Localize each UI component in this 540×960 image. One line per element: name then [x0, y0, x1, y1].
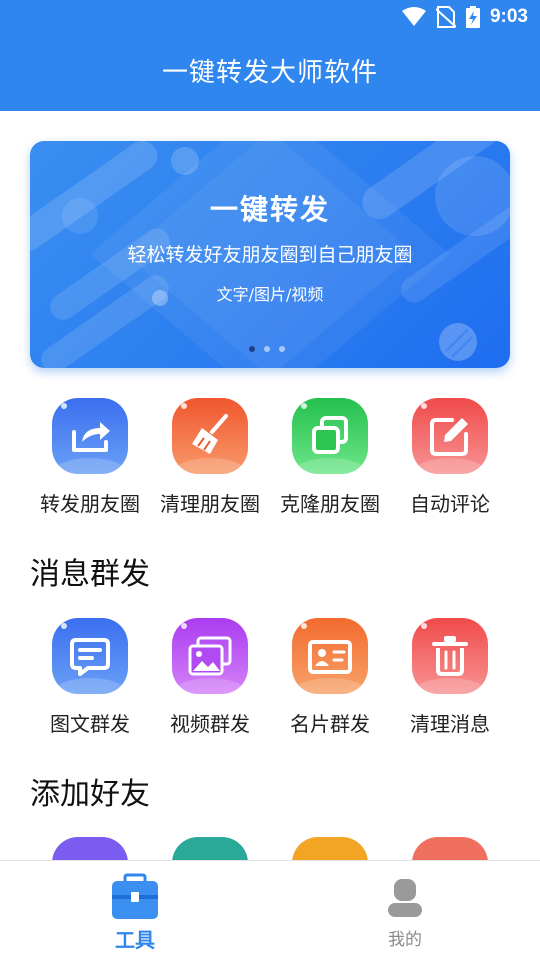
app-title: 一键转发大师软件	[161, 58, 378, 88]
battery-charging-icon	[465, 6, 480, 28]
tab-mine[interactable]: 我的	[270, 861, 540, 960]
broom-icon	[172, 398, 248, 474]
gallery-icon	[172, 618, 248, 694]
auto-comment-button[interactable]: 自动评论	[385, 398, 515, 528]
tab-tools[interactable]: 工具	[0, 861, 270, 960]
banner-dot	[264, 346, 270, 352]
tab-label: 工具	[115, 928, 155, 952]
banner-dot	[279, 346, 285, 352]
friends-tool-icon	[292, 837, 368, 860]
bottom-tab-bar: 工具 我的	[0, 860, 540, 960]
section-title-friends: 添加好友	[30, 777, 150, 812]
edit-icon	[412, 398, 488, 474]
status-bar: 9:03	[0, 0, 540, 36]
banner-subtitle: 轻松转发好友朋友圈到自己朋友圈	[127, 244, 413, 266]
copy-icon	[292, 398, 368, 474]
friends-row	[0, 837, 540, 860]
friends-tool-icon	[52, 837, 128, 860]
banner-title: 一键转发	[209, 193, 330, 226]
share-icon	[52, 398, 128, 474]
contact-card-icon	[292, 618, 368, 694]
section-title-messages: 消息群发	[30, 557, 150, 592]
tab-label: 我的	[388, 930, 422, 950]
friends-tool-icon	[172, 837, 248, 860]
moments-tools-row: 转发朋友圈 清理朋友圈 克隆朋友圈 自动评论	[0, 398, 540, 528]
messages-row: 图文群发 视频群发 名片群发 清理消息	[0, 618, 540, 748]
trash-icon	[412, 618, 488, 694]
chat-icon	[52, 618, 128, 694]
grid-label: 自动评论	[410, 492, 490, 516]
friends-tool-button[interactable]	[265, 837, 395, 860]
wifi-icon	[401, 7, 426, 26]
clean-messages-button[interactable]: 清理消息	[385, 618, 515, 748]
status-time: 9:03	[489, 6, 528, 27]
toolbox-icon	[112, 873, 158, 919]
banner-tags: 文字/图片/视频	[216, 285, 324, 304]
no-sim-icon	[435, 6, 456, 28]
grid-label: 清理消息	[410, 712, 490, 736]
user-icon	[388, 879, 422, 917]
friends-tool-icon	[412, 837, 488, 860]
friends-tool-button[interactable]	[25, 837, 155, 860]
status-icons: 9:03	[401, 6, 528, 28]
friends-tool-button[interactable]	[145, 837, 275, 860]
friends-tool-button[interactable]	[385, 837, 515, 860]
banner-page-indicator	[249, 346, 285, 352]
app-header: 一键转发大师软件	[0, 36, 540, 111]
banner-dot	[249, 346, 255, 352]
